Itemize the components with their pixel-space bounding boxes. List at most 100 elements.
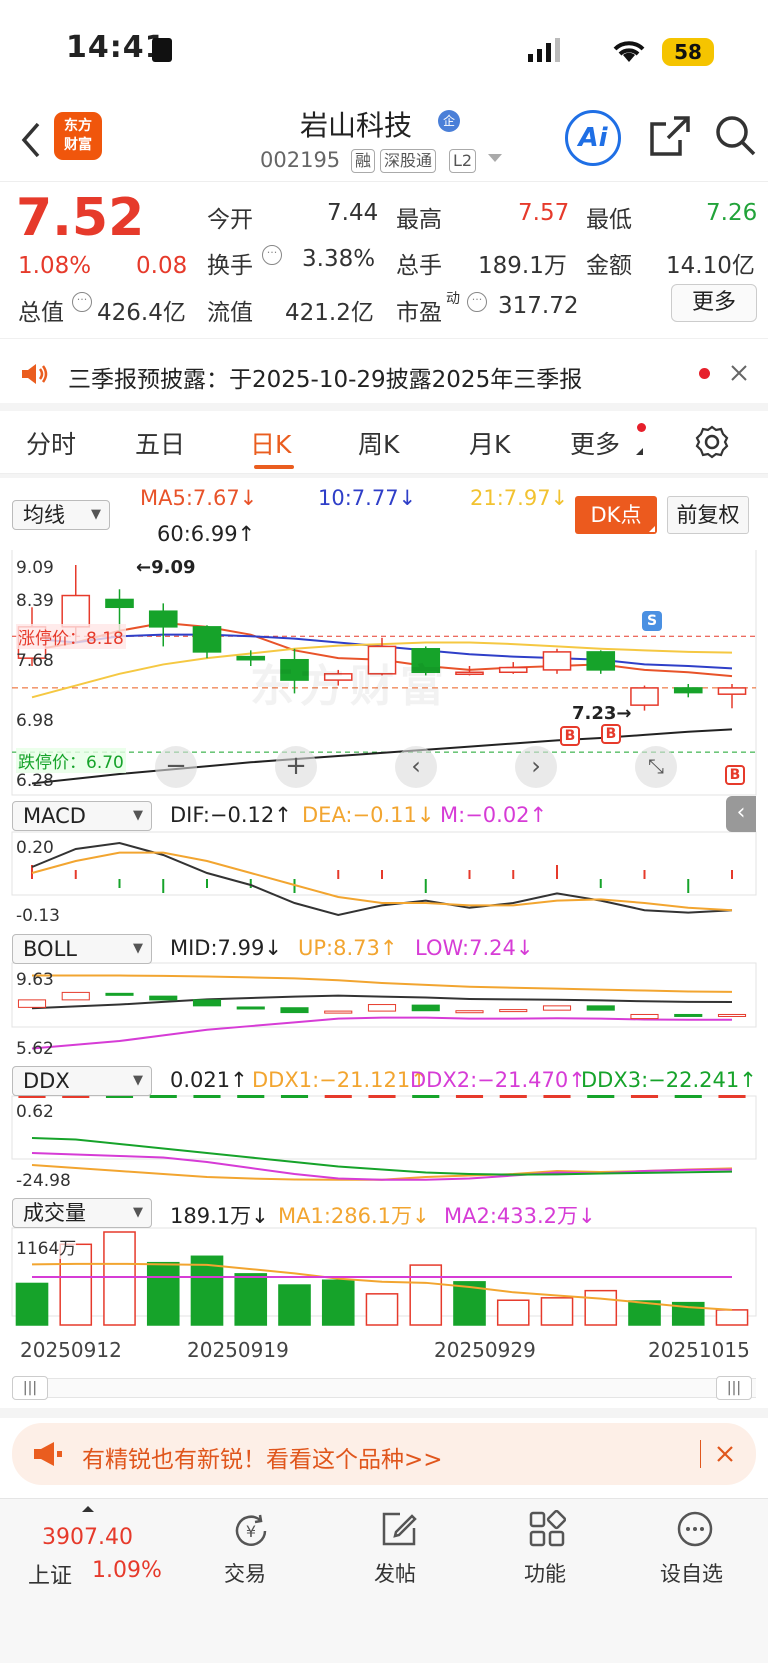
candle-body xyxy=(673,687,703,694)
nav-add-watchlist[interactable]: 设自选 xyxy=(660,1558,723,1588)
back-icon[interactable] xyxy=(18,120,42,160)
chevron-down-icon[interactable] xyxy=(488,154,502,162)
ma60-value: 60:6.99↑ xyxy=(157,522,256,546)
stock-code: 002195 xyxy=(260,148,341,172)
ddx-bar xyxy=(499,1095,527,1098)
tab-more[interactable]: 更多 xyxy=(570,425,620,461)
ddx-bar xyxy=(630,1095,659,1098)
settings-icon[interactable] xyxy=(695,425,729,459)
tag-level2: L2 xyxy=(449,149,477,173)
ddx2-line xyxy=(31,1151,733,1181)
signal-icon xyxy=(528,38,560,62)
date-label: 20250912 xyxy=(20,1338,122,1362)
grid-icon[interactable] xyxy=(528,1510,566,1548)
boll-candle xyxy=(324,1010,353,1014)
more-circle-icon[interactable] xyxy=(676,1510,714,1548)
info-icon[interactable]: ··· xyxy=(72,292,92,312)
boll-y-tick: 9.63 xyxy=(16,970,54,990)
macd-y-tick: 0.20 xyxy=(16,838,54,858)
volume-bar xyxy=(540,1297,574,1326)
ma-line-ma60 xyxy=(31,728,733,785)
notice-text[interactable]: 三季报预披露：于2025-10-29披露2025年三季报 xyxy=(68,360,582,394)
tab-monthly-k[interactable]: 月K xyxy=(469,425,510,461)
zoom-out-button[interactable]: − xyxy=(155,746,197,788)
volume-bar xyxy=(15,1282,49,1326)
open-label: 今开 xyxy=(207,207,253,233)
turnover-value: 3.38% xyxy=(302,246,376,272)
buy-marker[interactable]: B xyxy=(560,726,580,746)
volume-ma2: MA2:433.2万↓ xyxy=(444,1204,596,1228)
boll-selector[interactable]: BOLL ▼ xyxy=(12,934,152,964)
ddx1-value: DDX1:−21.121↑ xyxy=(252,1068,428,1092)
buy-marker[interactable]: B xyxy=(601,724,621,744)
sell-marker[interactable]: S xyxy=(642,611,662,631)
close-icon[interactable] xyxy=(716,1445,734,1463)
macd-selector[interactable]: MACD ▼ xyxy=(12,801,152,831)
buy-marker[interactable]: B xyxy=(725,765,745,785)
range-handle-right[interactable]: ||| xyxy=(716,1376,752,1400)
volume-bar xyxy=(409,1264,443,1326)
ma-selector[interactable]: 均线 ▼ xyxy=(12,500,110,530)
index-value[interactable]: 3907.40 xyxy=(42,1525,133,1550)
scroll-left-button[interactable]: ‹ xyxy=(395,746,437,788)
stock-name[interactable]: 岩山科技 xyxy=(300,104,412,144)
volume-bar xyxy=(496,1299,530,1326)
status-bar: 14:41 58 xyxy=(0,0,768,100)
info-icon[interactable]: ··· xyxy=(467,292,487,312)
boll-candle xyxy=(280,1007,309,1014)
dk-point-button[interactable]: DK点 xyxy=(575,496,657,534)
edit-icon[interactable] xyxy=(380,1510,418,1548)
boll-candle xyxy=(717,1013,747,1017)
tab-weekly-k[interactable]: 周K xyxy=(358,425,399,461)
ai-button[interactable]: Ai xyxy=(565,110,621,166)
index-name[interactable]: 上证 xyxy=(28,1558,72,1590)
boll-candle xyxy=(367,1004,397,1012)
forward-adjust-button[interactable]: 前复权 xyxy=(667,496,749,534)
ddx-y-tick: -24.98 xyxy=(16,1171,71,1191)
y-tick-label: 7.68 xyxy=(16,651,54,671)
range-scrollbar[interactable] xyxy=(12,1378,756,1398)
boll-candle xyxy=(192,999,222,1007)
change-amount: 0.08 xyxy=(136,253,188,279)
more-button[interactable]: 更多 xyxy=(671,284,757,322)
ddx-bar xyxy=(149,1095,177,1098)
high-value: 7.57 xyxy=(518,200,570,226)
collapse-panel-button[interactable]: ‹ xyxy=(726,796,756,832)
nav-post[interactable]: 发帖 xyxy=(374,1558,416,1588)
index-percent[interactable]: 1.09% xyxy=(92,1558,162,1583)
boll-candle xyxy=(499,1009,528,1013)
ddx-selector[interactable]: DDX ▼ xyxy=(12,1066,152,1096)
boll-low: LOW:7.24↓ xyxy=(415,936,534,960)
tab-daily-k[interactable]: 日K xyxy=(250,425,291,461)
scroll-right-button[interactable]: › xyxy=(515,746,557,788)
low-label: 最低 xyxy=(586,207,632,233)
info-icon[interactable]: ··· xyxy=(262,245,282,265)
volume-bar xyxy=(234,1273,268,1326)
boll-mid: MID:7.99↓ xyxy=(170,936,282,960)
nav-function[interactable]: 功能 xyxy=(524,1558,566,1588)
id-card-icon xyxy=(152,38,172,62)
nav-trade[interactable]: 交易 xyxy=(224,1558,266,1588)
ma21-value: 21:7.97↓ xyxy=(470,486,569,510)
boll-up: UP:8.73↑ xyxy=(298,936,398,960)
limit-down-label: 跌停价：6.70 xyxy=(16,748,126,773)
close-icon[interactable] xyxy=(730,364,748,382)
search-icon[interactable] xyxy=(714,114,758,158)
zoom-in-button[interactable]: + xyxy=(275,746,317,788)
boll-candle xyxy=(236,1006,265,1010)
tab-five-day[interactable]: 五日 xyxy=(135,425,185,461)
pe-label: 市盈 xyxy=(396,300,442,326)
date-label: 20251015 xyxy=(648,1338,750,1362)
range-handle-left[interactable]: ||| xyxy=(12,1376,48,1400)
candle-body xyxy=(630,687,659,706)
pe-value: 317.72 xyxy=(498,293,579,319)
share-icon[interactable] xyxy=(648,114,692,158)
enterprise-badge: 企 xyxy=(438,110,460,132)
tab-intraday[interactable]: 分时 xyxy=(26,425,76,461)
promo-text[interactable]: 有精锐也有新锐！看看这个品种>> xyxy=(82,1440,443,1474)
volume-selector[interactable]: 成交量 ▼ xyxy=(12,1198,152,1228)
volume-ma1: MA1:286.1万↓ xyxy=(278,1204,430,1228)
fullscreen-button[interactable]: ⤡ xyxy=(635,746,677,788)
volume-y-tick: 1164万 xyxy=(16,1234,77,1259)
trade-icon[interactable]: ¥ xyxy=(232,1512,270,1550)
